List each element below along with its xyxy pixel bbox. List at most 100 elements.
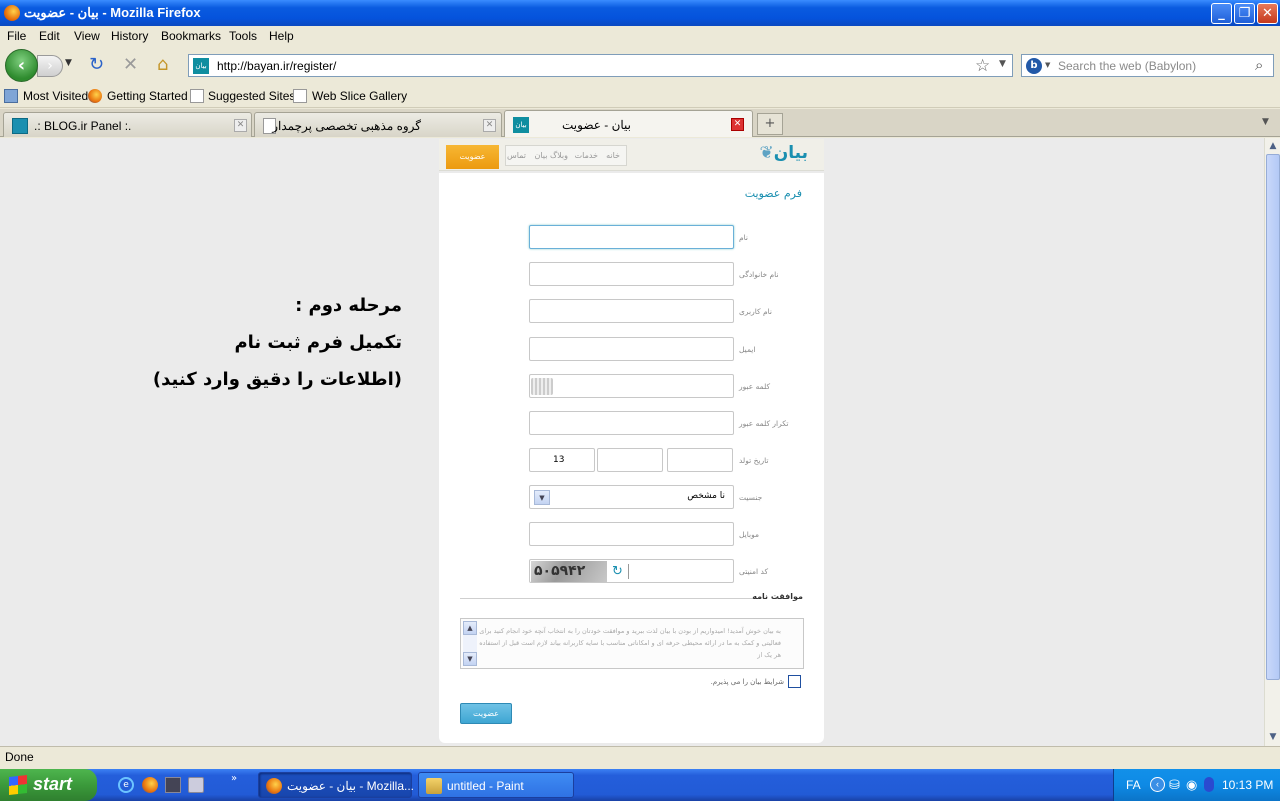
agreement-title: موافقت نامه bbox=[752, 592, 803, 601]
terms-scrollbar[interactable]: ▲ ▼ bbox=[463, 621, 477, 666]
home-icon[interactable]: ⌂ bbox=[157, 56, 168, 74]
nav-contact[interactable]: تماس bbox=[507, 151, 526, 160]
bookmark-web-slice-gallery[interactable]: Web Slice Gallery bbox=[312, 89, 407, 103]
media-quicklaunch-icon[interactable] bbox=[165, 777, 181, 793]
babylon-engine-icon[interactable]: b bbox=[1026, 58, 1042, 74]
gender-select[interactable]: نا مشخص ▼ bbox=[529, 485, 734, 509]
tab-close-icon[interactable]: ✕ bbox=[483, 119, 496, 132]
windows-taskbar: start e » بیان - عضویت - Mozilla... unti… bbox=[0, 769, 1280, 801]
tab-label: بیان - عضویت bbox=[562, 118, 631, 132]
reload-icon[interactable]: ↻ bbox=[89, 56, 104, 74]
desktop-quicklaunch-icon[interactable] bbox=[188, 777, 204, 793]
leaf-icon: ❦ bbox=[759, 143, 774, 163]
firefox-quicklaunch-icon[interactable] bbox=[142, 777, 158, 793]
window-title: بیان - عضویت - Mozilla Firefox bbox=[24, 5, 201, 20]
captcha-label: کد امنیتی bbox=[739, 567, 769, 576]
close-button[interactable]: ✕ bbox=[1257, 3, 1278, 24]
chevron-down-icon[interactable]: ▼ bbox=[534, 490, 550, 505]
back-button[interactable]: ‹ bbox=[5, 49, 38, 82]
url-text[interactable]: http://bayan.ir/register/ bbox=[217, 59, 336, 73]
tab-parchamdar[interactable]: گروه مذهبی تخصصی پرچمدار ✕ bbox=[254, 112, 502, 137]
birth-month-input[interactable] bbox=[597, 448, 663, 472]
start-button[interactable]: start bbox=[0, 769, 97, 801]
scroll-down-icon[interactable]: ▼ bbox=[463, 652, 477, 666]
search-input[interactable]: Search the web (Babylon) bbox=[1058, 59, 1196, 73]
quicklaunch-more-icon[interactable]: » bbox=[231, 773, 237, 784]
search-bar[interactable]: b ▼ Search the web (Babylon) ⌕ bbox=[1021, 54, 1274, 77]
menu-help[interactable]: Help bbox=[269, 29, 294, 43]
captcha-image: ۵۰۵۹۴۲ bbox=[531, 561, 607, 582]
first-name-input[interactable] bbox=[529, 225, 734, 249]
bookmark-suggested-sites[interactable]: Suggested Sites bbox=[208, 89, 295, 103]
submit-register-button[interactable]: عضویت bbox=[460, 703, 512, 724]
bookmark-most-visited[interactable]: Most Visited bbox=[23, 89, 88, 103]
url-bar[interactable]: بیان http://bayan.ir/register/ ☆ ▼ bbox=[188, 54, 1013, 77]
email-label: ایمیل bbox=[739, 345, 756, 354]
tab-bayan-register[interactable]: بیان بیان - عضویت ✕ bbox=[504, 110, 753, 137]
volume-icon[interactable]: ◉ bbox=[1186, 777, 1197, 793]
page-scrollbar[interactable]: ▲ ▼ bbox=[1264, 138, 1280, 746]
network-icon[interactable]: ⛁ bbox=[1169, 777, 1180, 793]
search-icon[interactable]: ⌕ bbox=[1255, 56, 1263, 74]
minimize-button[interactable]: _ bbox=[1211, 3, 1232, 24]
scroll-up-icon[interactable]: ▲ bbox=[463, 621, 477, 635]
ie-quicklaunch-icon[interactable]: e bbox=[118, 777, 134, 793]
birthdate-label: تاریخ تولد bbox=[739, 456, 769, 465]
terms-textarea[interactable]: ▲ ▼ به بیان خوش آمدید! امیدواریم از بودن… bbox=[460, 618, 804, 669]
taskbar-firefox-task[interactable]: بیان - عضویت - Mozilla... bbox=[258, 772, 414, 798]
tab-list-icon[interactable]: ▼ bbox=[1262, 117, 1269, 127]
password-input[interactable] bbox=[529, 374, 734, 398]
nav-blog[interactable]: وبلاگ بیان bbox=[534, 151, 568, 160]
blog-favicon-icon bbox=[12, 118, 28, 134]
mobile-input[interactable] bbox=[529, 522, 734, 546]
engine-dropdown-icon[interactable]: ▼ bbox=[1045, 61, 1050, 69]
join-header-button[interactable]: عضویت bbox=[446, 145, 499, 169]
nav-services[interactable]: خدمات bbox=[575, 151, 598, 160]
captcha-refresh-icon[interactable]: ↻ bbox=[612, 564, 623, 579]
maximize-button[interactable]: ❐ bbox=[1234, 3, 1255, 24]
url-dropdown-icon[interactable]: ▼ bbox=[999, 59, 1006, 69]
password-label: کلمه عبور bbox=[739, 382, 771, 391]
last-name-input[interactable] bbox=[529, 262, 734, 286]
bookmark-getting-started[interactable]: Getting Started bbox=[107, 89, 188, 103]
menu-edit[interactable]: Edit bbox=[39, 29, 60, 43]
tab-strip: .: BLOG.ir Panel :. ✕ گروه مذهبی تخصصی پ… bbox=[0, 109, 1280, 137]
username-input[interactable] bbox=[529, 299, 734, 323]
clock[interactable]: 10:13 PM bbox=[1222, 778, 1273, 792]
birth-year-input[interactable]: 13 bbox=[529, 448, 595, 472]
scrollbar-thumb[interactable] bbox=[1266, 154, 1280, 680]
tab-close-icon[interactable]: ✕ bbox=[234, 119, 247, 132]
forward-button[interactable]: › bbox=[37, 55, 63, 77]
taskbar-paint-task[interactable]: untitled - Paint bbox=[418, 772, 574, 798]
scroll-up-icon[interactable]: ▲ bbox=[1266, 139, 1280, 153]
birth-day-input[interactable] bbox=[667, 448, 733, 472]
first-name-label: نام bbox=[739, 233, 749, 242]
tray-expand-icon[interactable]: ‹ bbox=[1150, 777, 1165, 792]
menu-file[interactable]: File bbox=[7, 29, 26, 43]
stop-icon[interactable]: ✕ bbox=[123, 56, 138, 74]
password-repeat-input[interactable] bbox=[529, 411, 734, 435]
menu-tools[interactable]: Tools bbox=[229, 29, 257, 43]
new-tab-button[interactable]: + bbox=[757, 113, 783, 135]
annotation-line-3: (اطلاعات را دقیق وارد کنید) bbox=[152, 369, 402, 390]
birth-year-value: 13 bbox=[553, 455, 565, 465]
bluetooth-icon[interactable] bbox=[1204, 777, 1214, 792]
firefox-icon bbox=[266, 778, 282, 794]
site-logo[interactable]: ❦بیان bbox=[760, 143, 808, 163]
tab-blog-panel[interactable]: .: BLOG.ir Panel :. ✕ bbox=[3, 112, 252, 137]
site-favicon-icon: بیان bbox=[193, 58, 209, 74]
nav-home[interactable]: خانه bbox=[606, 151, 620, 160]
captcha-field[interactable]: ۵۰۵۹۴۲ ↻ bbox=[529, 559, 734, 583]
task-label: untitled - Paint bbox=[447, 779, 524, 793]
bookmarks-toolbar: Most Visited Getting Started Suggested S… bbox=[0, 84, 1280, 108]
email-input[interactable] bbox=[529, 337, 734, 361]
menu-history[interactable]: History bbox=[111, 29, 148, 43]
language-indicator[interactable]: FA bbox=[1126, 778, 1141, 792]
agree-checkbox[interactable] bbox=[788, 675, 801, 688]
scroll-down-icon[interactable]: ▼ bbox=[1266, 730, 1280, 744]
menu-view[interactable]: View bbox=[74, 29, 100, 43]
bookmark-star-icon[interactable]: ☆ bbox=[975, 56, 990, 76]
tab-close-icon[interactable]: ✕ bbox=[731, 118, 744, 131]
menu-bookmarks[interactable]: Bookmarks bbox=[161, 29, 221, 43]
history-dropdown-icon[interactable]: ▼ bbox=[65, 58, 72, 68]
